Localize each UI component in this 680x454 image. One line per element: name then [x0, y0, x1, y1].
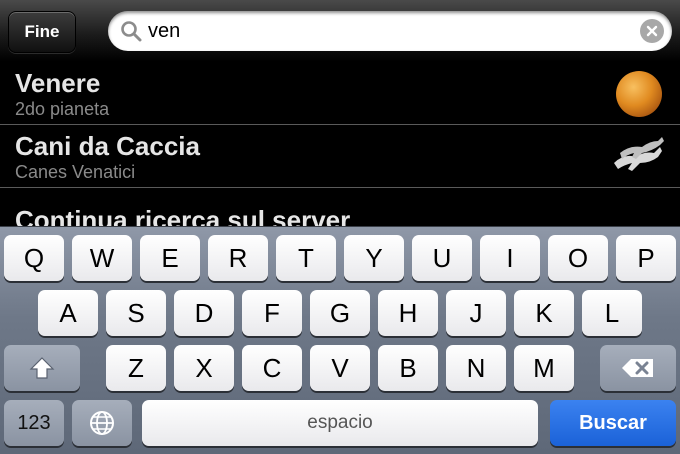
list-item[interactable]: Cani da Caccia Canes Venatici — [0, 125, 680, 188]
search-input[interactable]: ven — [108, 11, 672, 51]
globe-key[interactable] — [72, 400, 132, 446]
key-k[interactable]: K — [514, 290, 574, 336]
result-subtitle: 2do pianeta — [15, 99, 110, 119]
key-g[interactable]: G — [310, 290, 370, 336]
list-item[interactable]: Venere 2do pianeta — [0, 62, 680, 125]
shift-arrow-icon — [29, 357, 55, 379]
key-a[interactable]: A — [38, 290, 98, 336]
hunting-dogs-constellation-icon — [614, 137, 664, 171]
key-m[interactable]: M — [514, 345, 574, 391]
key-s[interactable]: S — [106, 290, 166, 336]
server-search-label: Continua ricerca sul server — [15, 205, 351, 228]
key-z[interactable]: Z — [106, 345, 166, 391]
key-b[interactable]: B — [378, 345, 438, 391]
server-search-item[interactable]: Continua ricerca sul server — [0, 188, 680, 228]
backspace-icon — [622, 359, 653, 377]
key-o[interactable]: O — [548, 235, 608, 281]
close-icon — [646, 25, 658, 37]
key-w[interactable]: W — [72, 235, 132, 281]
key-i[interactable]: I — [480, 235, 540, 281]
key-r[interactable]: R — [208, 235, 268, 281]
space-key[interactable]: espacio — [142, 400, 538, 446]
key-h[interactable]: H — [378, 290, 438, 336]
shift-key[interactable] — [4, 345, 80, 391]
key-t[interactable]: T — [276, 235, 336, 281]
results-list: Venere 2do pianeta Cani da Caccia Canes … — [0, 62, 680, 228]
done-button[interactable]: Fine — [8, 11, 76, 53]
numbers-key[interactable]: 123 — [4, 400, 64, 446]
result-subtitle: Canes Venatici — [15, 162, 136, 182]
key-l[interactable]: L — [582, 290, 642, 336]
key-f[interactable]: F — [242, 290, 302, 336]
key-x[interactable]: X — [174, 345, 234, 391]
planet-venus-icon — [616, 71, 662, 117]
key-j[interactable]: J — [446, 290, 506, 336]
result-title: Cani da Caccia — [15, 131, 200, 161]
key-y[interactable]: Y — [344, 235, 404, 281]
key-d[interactable]: D — [174, 290, 234, 336]
search-query-text: ven — [148, 20, 181, 42]
result-title: Venere — [15, 68, 101, 98]
key-u[interactable]: U — [412, 235, 472, 281]
backspace-key[interactable] — [600, 345, 676, 391]
key-p[interactable]: P — [616, 235, 676, 281]
clear-search-button[interactable] — [640, 19, 664, 43]
search-key[interactable]: Buscar — [550, 400, 676, 446]
key-v[interactable]: V — [310, 345, 370, 391]
search-icon — [121, 21, 142, 42]
keyboard: Q W E R T Y U I O P A S D F G H J K L Z … — [0, 226, 680, 454]
key-c[interactable]: C — [242, 345, 302, 391]
key-q[interactable]: Q — [4, 235, 64, 281]
search-bar: Fine ven — [0, 0, 680, 62]
key-n[interactable]: N — [446, 345, 506, 391]
globe-icon — [90, 411, 114, 435]
key-e[interactable]: E — [140, 235, 200, 281]
